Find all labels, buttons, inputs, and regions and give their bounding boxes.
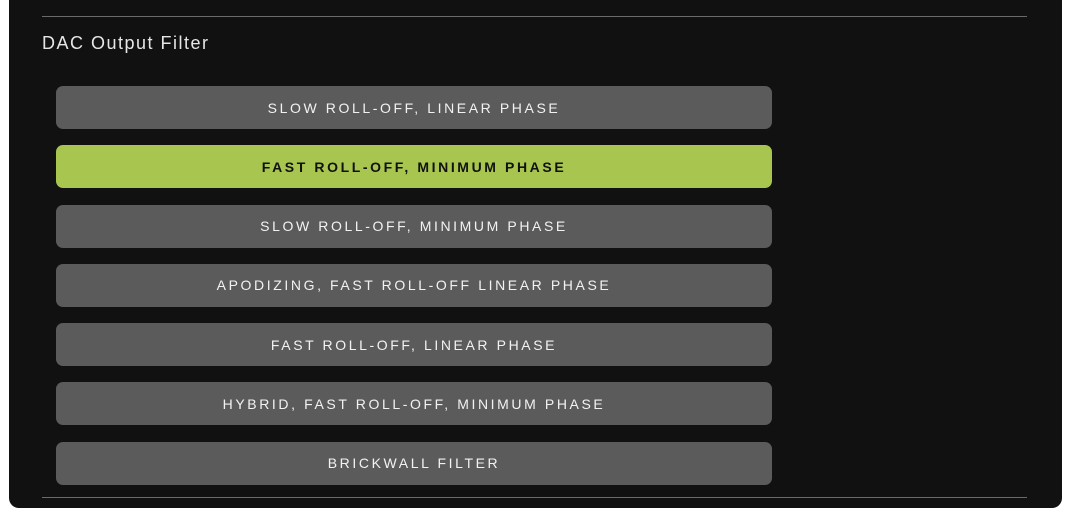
filter-option-brickwall-filter[interactable]: BRICKWALL FILTER [56, 441, 772, 485]
filter-option-apodizing-fast-rolloff-linear-phase[interactable]: APODIZING, FAST ROLL-OFF LINEAR PHASE [56, 263, 772, 307]
top-divider [42, 16, 1027, 17]
dac-output-filter-panel: DAC Output Filter SLOW ROLL-OFF, LINEAR … [9, 0, 1062, 508]
filter-option-slow-rolloff-linear-phase[interactable]: SLOW ROLL-OFF, LINEAR PHASE [56, 86, 772, 129]
filter-option-hybrid-fast-rolloff-minimum-phase[interactable]: HYBRID, FAST ROLL-OFF, MINIMUM PHASE [56, 382, 772, 426]
filter-option-list: SLOW ROLL-OFF, LINEAR PHASE FAST ROLL-OF… [56, 86, 772, 501]
filter-option-fast-rolloff-linear-phase[interactable]: FAST ROLL-OFF, LINEAR PHASE [56, 323, 772, 367]
bottom-divider [42, 497, 1027, 498]
section-title: DAC Output Filter [42, 33, 210, 53]
filter-option-fast-rolloff-minimum-phase[interactable]: FAST ROLL-OFF, MINIMUM PHASE [56, 145, 772, 189]
filter-option-slow-rolloff-minimum-phase[interactable]: SLOW ROLL-OFF, MINIMUM PHASE [56, 204, 772, 248]
